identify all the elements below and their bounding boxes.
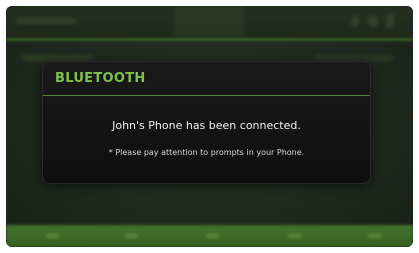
dialog-message: John's Phone has been connected. [112,119,301,132]
dialog-header: BLUETOOTH [43,62,370,95]
bluetooth-connected-dialog[interactable]: BLUETOOTH John's Phone has been connecte… [42,61,371,184]
dialog-divider [43,95,370,96]
dialog-note: * Please pay attention to prompts in you… [108,148,305,157]
dialog-title: BLUETOOTH [55,71,146,86]
